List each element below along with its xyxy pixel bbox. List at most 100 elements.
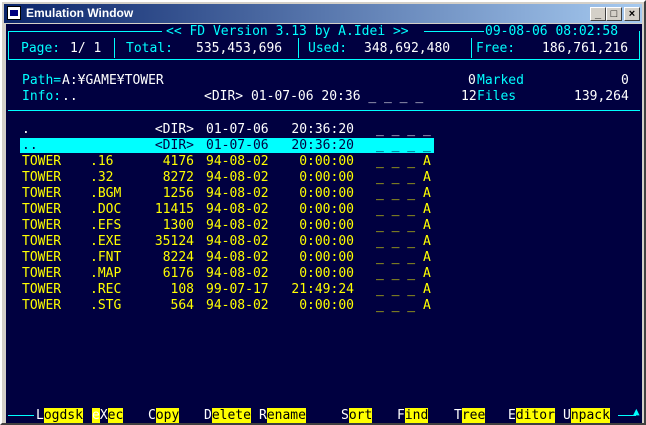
fkey-find-button[interactable]: Find — [397, 408, 429, 423]
used-value: 348,692,480 — [364, 41, 451, 56]
file-row[interactable]: TOWER .FNT 8224 94-08-02 0:00:00 _ _ _ A — [22, 250, 442, 266]
files-value: 139,264 — [574, 89, 629, 104]
free-value: 186,761,216 — [542, 41, 629, 56]
file-row[interactable]: TOWER .32 8272 94-08-02 0:00:00 _ _ _ A — [22, 170, 442, 186]
file-row[interactable]: TOWER .EFS 1300 94-08-02 0:00:00 _ _ _ A — [22, 218, 442, 234]
fkey-label-hot: E — [508, 408, 516, 423]
header-frame-right — [639, 31, 640, 59]
file-attr: _ _ _ A — [376, 154, 431, 169]
file-time: 0:00:00 — [299, 218, 354, 233]
fkey-copy-button[interactable]: Copy — [148, 408, 180, 423]
info-label: Info: — [22, 89, 62, 104]
file-ext: .EXE — [90, 234, 122, 249]
file-size: 11415 — [154, 202, 194, 217]
file-date: 94-08-02 — [206, 218, 269, 233]
file-attr: _ _ _ A — [376, 234, 431, 249]
file-row[interactable]: TOWER .16 4176 94-08-02 0:00:00 _ _ _ A — [22, 154, 442, 170]
total-value: 535,453,696 — [196, 41, 283, 56]
maximize-button[interactable]: □ — [606, 7, 622, 21]
fkey-sort-button[interactable]: Sort — [341, 408, 373, 423]
file-time: 0:00:00 — [299, 202, 354, 217]
header-frame-left — [8, 31, 9, 59]
file-name: TOWER — [22, 282, 62, 297]
fkey-exec-button[interactable]: eXec — [92, 408, 124, 423]
file-attr: _ _ _ _ — [376, 122, 431, 137]
path-value: A:¥GAME¥TOWER — [62, 73, 164, 88]
file-size: 564 — [170, 298, 194, 313]
file-name: TOWER — [22, 298, 62, 313]
file-date: 94-08-02 — [206, 186, 269, 201]
fkey-label-hot: T — [454, 408, 462, 423]
fkey-tree-button[interactable]: Tree — [454, 408, 486, 423]
file-time: 0:00:00 — [299, 154, 354, 169]
datetime: 09-08-06 08:02:58 — [485, 24, 619, 39]
file-ext: .EFS — [90, 218, 122, 233]
fkey-rename-button[interactable]: Rename — [259, 408, 306, 423]
file-time: 20:36:20 — [291, 138, 354, 153]
file-size: 108 — [170, 282, 194, 297]
file-date: 99-07-17 — [206, 282, 269, 297]
file-row[interactable]: TOWER .DOC 11415 94-08-02 0:00:00 _ _ _ A — [22, 202, 442, 218]
file-date: 94-08-02 — [206, 250, 269, 265]
file-row-selected[interactable]: .. <DIR> 01-07-06 20:36:20 _ _ _ _ — [22, 138, 442, 154]
file-row[interactable]: TOWER .STG 564 94-08-02 0:00:00 _ _ _ A — [22, 298, 442, 314]
terminal-screen[interactable]: << FD Version 3.13 by A.Idei >> 09-08-06… — [6, 24, 642, 423]
file-date: 94-08-02 — [206, 298, 269, 313]
total-label: Total: — [126, 41, 173, 56]
file-row[interactable]: . <DIR> 01-07-06 20:36:20 _ _ _ _ — [22, 122, 442, 138]
fkey-label-pre: e — [92, 408, 100, 423]
scroll-arrow-icon: ▲ — [633, 405, 640, 418]
file-name: TOWER — [22, 218, 62, 233]
file-name: . — [22, 122, 30, 137]
fkey-editor-button[interactable]: Editor — [508, 408, 555, 423]
file-time: 20:36:20 — [291, 122, 354, 137]
fkey-unpack-button[interactable]: Unpack — [563, 408, 610, 423]
header-frame-bottom — [8, 59, 640, 60]
file-name: TOWER — [22, 154, 62, 169]
file-row[interactable]: TOWER .EXE 35124 94-08-02 0:00:00 _ _ _ A — [22, 234, 442, 250]
fkey-delete-button[interactable]: Delete — [204, 408, 251, 423]
used-label: Used: — [308, 41, 348, 56]
file-attr: _ _ _ A — [376, 202, 431, 217]
file-row[interactable]: TOWER .REC 108 99-07-17 21:49:24 _ _ _ A — [22, 282, 442, 298]
app-icon[interactable] — [7, 6, 21, 20]
fkey-label-post: ogdsk — [43, 408, 83, 423]
marked-value: 0 — [621, 73, 629, 88]
fkey-label-post: opy — [155, 408, 180, 423]
file-name: TOWER — [22, 234, 62, 249]
file-name: TOWER — [22, 250, 62, 265]
file-ext: .STG — [90, 298, 122, 313]
fkey-logdsk-button[interactable]: Logdsk — [36, 408, 83, 423]
fkey-label-post: ort — [348, 408, 373, 423]
fkey-label-hot: L — [36, 408, 44, 423]
file-ext: .DOC — [90, 202, 122, 217]
file-size: <DIR> — [154, 138, 194, 153]
fkey-label-post: ree — [461, 408, 486, 423]
header-divider-3 — [471, 38, 472, 58]
file-name: .. — [22, 138, 38, 153]
file-date: 94-08-02 — [206, 170, 269, 185]
header-frame-top-mid — [424, 31, 484, 32]
file-ext: .32 — [90, 170, 114, 185]
title-bar[interactable]: Emulation Window _ □ × — [4, 4, 642, 23]
close-button[interactable]: × — [624, 7, 640, 21]
file-size: 1256 — [162, 186, 194, 201]
fkey-line-left — [8, 415, 34, 416]
file-size: 1300 — [162, 218, 194, 233]
file-row[interactable]: TOWER .BGM 1256 94-08-02 0:00:00 _ _ _ A — [22, 186, 442, 202]
page-value: 1/ 1 — [70, 41, 102, 56]
minimize-button[interactable]: _ — [590, 7, 606, 21]
file-ext: .REC — [90, 282, 122, 297]
fkey-label-hot: D — [204, 408, 212, 423]
marked-count: 0 — [468, 73, 476, 88]
file-attr: _ _ _ A — [376, 282, 431, 297]
file-time: 0:00:00 — [299, 234, 354, 249]
file-attr: _ _ _ _ — [376, 138, 431, 153]
file-attr: _ _ _ A — [376, 218, 431, 233]
file-row[interactable]: TOWER .MAP 6176 94-08-02 0:00:00 _ _ _ A — [22, 266, 442, 282]
file-time: 0:00:00 — [299, 250, 354, 265]
header-divider-2 — [298, 38, 299, 58]
file-size: 8272 — [162, 170, 194, 185]
fkey-label-hot: U — [563, 408, 571, 423]
file-date: 94-08-02 — [206, 202, 269, 217]
